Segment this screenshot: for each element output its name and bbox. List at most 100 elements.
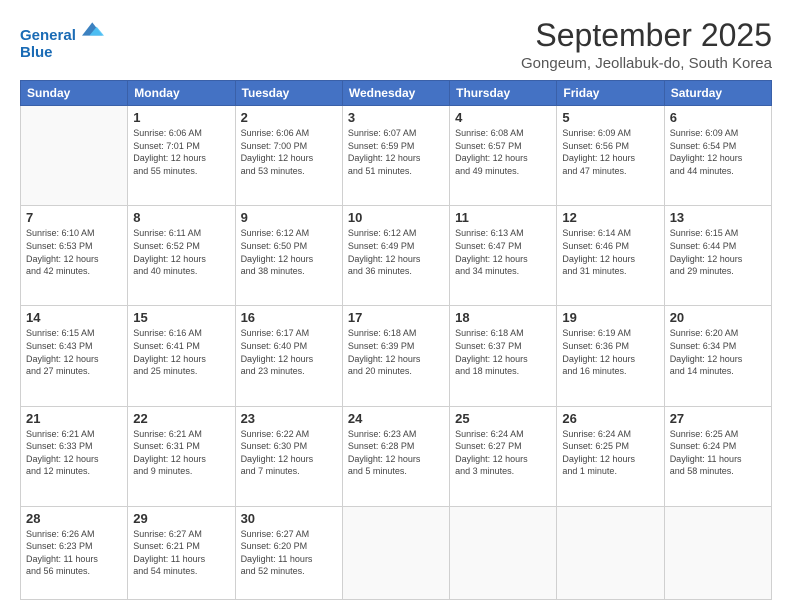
day-number: 12 bbox=[562, 210, 658, 225]
cell-info: Sunrise: 6:21 AMSunset: 6:31 PMDaylight:… bbox=[133, 428, 229, 478]
day-number: 20 bbox=[670, 310, 766, 325]
day-number: 5 bbox=[562, 110, 658, 125]
col-header-tuesday: Tuesday bbox=[235, 81, 342, 106]
calendar-cell: 22 Sunrise: 6:21 AMSunset: 6:31 PMDayligh… bbox=[128, 406, 235, 506]
calendar-week-row: 14 Sunrise: 6:15 AMSunset: 6:43 PMDayligh… bbox=[21, 306, 772, 406]
page: General Blue September 2025 Gongeum, Jeo… bbox=[0, 0, 792, 612]
day-number: 2 bbox=[241, 110, 337, 125]
header: General Blue September 2025 Gongeum, Jeo… bbox=[20, 18, 772, 72]
col-header-thursday: Thursday bbox=[450, 81, 557, 106]
cell-info: Sunrise: 6:16 AMSunset: 6:41 PMDaylight:… bbox=[133, 327, 229, 377]
day-number: 22 bbox=[133, 411, 229, 426]
calendar-cell bbox=[342, 506, 449, 599]
col-header-monday: Monday bbox=[128, 81, 235, 106]
calendar-cell: 19Sunrise: 6:19 AMSunset: 6:36 PMDayligh… bbox=[557, 306, 664, 406]
calendar-cell: 3Sunrise: 6:07 AMSunset: 6:59 PMDaylight… bbox=[342, 106, 449, 206]
day-number: 14 bbox=[26, 310, 122, 325]
day-number: 28 bbox=[26, 511, 122, 526]
cell-info: Sunrise: 6:14 AMSunset: 6:46 PMDaylight:… bbox=[562, 227, 658, 277]
day-number: 18 bbox=[455, 310, 551, 325]
calendar-cell: 2 Sunrise: 6:06 AMSunset: 7:00 PMDaylight… bbox=[235, 106, 342, 206]
cell-info: Sunrise: 6:13 AMSunset: 6:47 PMDaylight:… bbox=[455, 227, 551, 277]
calendar-cell: 4 Sunrise: 6:08 AMSunset: 6:57 PMDaylight… bbox=[450, 106, 557, 206]
calendar-cell: 5 Sunrise: 6:09 AMSunset: 6:56 PMDaylight… bbox=[557, 106, 664, 206]
calendar-cell bbox=[557, 506, 664, 599]
cell-info: Sunrise: 6:21 AMSunset: 6:33 PMDaylight:… bbox=[26, 428, 122, 478]
cell-info: Sunrise: 6:17 AMSunset: 6:40 PMDaylight:… bbox=[241, 327, 337, 377]
logo-text: General bbox=[20, 18, 104, 45]
calendar-cell: 1 Sunrise: 6:06 AMSunset: 7:01 PMDaylight… bbox=[128, 106, 235, 206]
col-header-friday: Friday bbox=[557, 81, 664, 106]
logo: General Blue bbox=[20, 18, 104, 61]
cell-info: Sunrise: 6:15 AMSunset: 6:44 PMDaylight:… bbox=[670, 227, 766, 277]
day-number: 16 bbox=[241, 310, 337, 325]
cell-info: Sunrise: 6:06 AMSunset: 7:00 PMDaylight:… bbox=[241, 127, 337, 177]
calendar-week-row: 7 Sunrise: 6:10 AMSunset: 6:53 PMDaylight… bbox=[21, 206, 772, 306]
calendar-cell: 6Sunrise: 6:09 AMSunset: 6:54 PMDaylight… bbox=[664, 106, 771, 206]
day-number: 1 bbox=[133, 110, 229, 125]
cell-info: Sunrise: 6:22 AMSunset: 6:30 PMDaylight:… bbox=[241, 428, 337, 478]
cell-info: Sunrise: 6:10 AMSunset: 6:53 PMDaylight:… bbox=[26, 227, 122, 277]
calendar-cell: 20Sunrise: 6:20 AMSunset: 6:34 PMDayligh… bbox=[664, 306, 771, 406]
calendar-cell: 9Sunrise: 6:12 AMSunset: 6:50 PMDaylight… bbox=[235, 206, 342, 306]
calendar-table: SundayMondayTuesdayWednesdayThursdayFrid… bbox=[20, 80, 772, 600]
calendar-week-row: 28 Sunrise: 6:26 AMSunset: 6:23 PMDayligh… bbox=[21, 506, 772, 599]
cell-info: Sunrise: 6:09 AMSunset: 6:54 PMDaylight:… bbox=[670, 127, 766, 177]
calendar-cell: 10 Sunrise: 6:12 AMSunset: 6:49 PMDayligh… bbox=[342, 206, 449, 306]
day-number: 10 bbox=[348, 210, 444, 225]
calendar-cell: 17 Sunrise: 6:18 AMSunset: 6:39 PMDayligh… bbox=[342, 306, 449, 406]
cell-info: Sunrise: 6:07 AMSunset: 6:59 PMDaylight:… bbox=[348, 127, 444, 177]
calendar-week-row: 1 Sunrise: 6:06 AMSunset: 7:01 PMDaylight… bbox=[21, 106, 772, 206]
cell-info: Sunrise: 6:26 AMSunset: 6:23 PMDaylight:… bbox=[26, 528, 122, 578]
calendar-cell: 7 Sunrise: 6:10 AMSunset: 6:53 PMDaylight… bbox=[21, 206, 128, 306]
title-block: September 2025 Gongeum, Jeollabuk-do, So… bbox=[521, 18, 772, 72]
calendar-cell: 16 Sunrise: 6:17 AMSunset: 6:40 PMDayligh… bbox=[235, 306, 342, 406]
calendar-cell bbox=[450, 506, 557, 599]
calendar-cell: 26 Sunrise: 6:24 AMSunset: 6:25 PMDayligh… bbox=[557, 406, 664, 506]
cell-info: Sunrise: 6:09 AMSunset: 6:56 PMDaylight:… bbox=[562, 127, 658, 177]
day-number: 25 bbox=[455, 411, 551, 426]
calendar-header-row: SundayMondayTuesdayWednesdayThursdayFrid… bbox=[21, 81, 772, 106]
calendar-cell: 25 Sunrise: 6:24 AMSunset: 6:27 PMDayligh… bbox=[450, 406, 557, 506]
location: Gongeum, Jeollabuk-do, South Korea bbox=[521, 55, 772, 72]
cell-info: Sunrise: 6:12 AMSunset: 6:49 PMDaylight:… bbox=[348, 227, 444, 277]
day-number: 7 bbox=[26, 210, 122, 225]
calendar-cell: 15 Sunrise: 6:16 AMSunset: 6:41 PMDayligh… bbox=[128, 306, 235, 406]
calendar-week-row: 21Sunrise: 6:21 AMSunset: 6:33 PMDayligh… bbox=[21, 406, 772, 506]
day-number: 17 bbox=[348, 310, 444, 325]
col-header-sunday: Sunday bbox=[21, 81, 128, 106]
cell-info: Sunrise: 6:24 AMSunset: 6:25 PMDaylight:… bbox=[562, 428, 658, 478]
logo-icon bbox=[82, 18, 104, 40]
cell-info: Sunrise: 6:27 AMSunset: 6:20 PMDaylight:… bbox=[241, 528, 337, 578]
month-title: September 2025 bbox=[521, 18, 772, 53]
logo-blue: Blue bbox=[20, 45, 104, 62]
calendar-cell bbox=[664, 506, 771, 599]
day-number: 24 bbox=[348, 411, 444, 426]
calendar-cell: 21Sunrise: 6:21 AMSunset: 6:33 PMDayligh… bbox=[21, 406, 128, 506]
cell-info: Sunrise: 6:12 AMSunset: 6:50 PMDaylight:… bbox=[241, 227, 337, 277]
cell-info: Sunrise: 6:18 AMSunset: 6:39 PMDaylight:… bbox=[348, 327, 444, 377]
col-header-wednesday: Wednesday bbox=[342, 81, 449, 106]
day-number: 15 bbox=[133, 310, 229, 325]
day-number: 4 bbox=[455, 110, 551, 125]
calendar-cell: 14 Sunrise: 6:15 AMSunset: 6:43 PMDayligh… bbox=[21, 306, 128, 406]
cell-info: Sunrise: 6:24 AMSunset: 6:27 PMDaylight:… bbox=[455, 428, 551, 478]
cell-info: Sunrise: 6:08 AMSunset: 6:57 PMDaylight:… bbox=[455, 127, 551, 177]
col-header-saturday: Saturday bbox=[664, 81, 771, 106]
day-number: 8 bbox=[133, 210, 229, 225]
calendar-cell: 30Sunrise: 6:27 AMSunset: 6:20 PMDayligh… bbox=[235, 506, 342, 599]
cell-info: Sunrise: 6:15 AMSunset: 6:43 PMDaylight:… bbox=[26, 327, 122, 377]
cell-info: Sunrise: 6:18 AMSunset: 6:37 PMDaylight:… bbox=[455, 327, 551, 377]
cell-info: Sunrise: 6:06 AMSunset: 7:01 PMDaylight:… bbox=[133, 127, 229, 177]
calendar-cell bbox=[21, 106, 128, 206]
day-number: 11 bbox=[455, 210, 551, 225]
calendar-cell: 28 Sunrise: 6:26 AMSunset: 6:23 PMDayligh… bbox=[21, 506, 128, 599]
cell-info: Sunrise: 6:23 AMSunset: 6:28 PMDaylight:… bbox=[348, 428, 444, 478]
calendar-cell: 8Sunrise: 6:11 AMSunset: 6:52 PMDaylight… bbox=[128, 206, 235, 306]
calendar-cell: 12 Sunrise: 6:14 AMSunset: 6:46 PMDayligh… bbox=[557, 206, 664, 306]
calendar-cell: 11 Sunrise: 6:13 AMSunset: 6:47 PMDayligh… bbox=[450, 206, 557, 306]
cell-info: Sunrise: 6:25 AMSunset: 6:24 PMDaylight:… bbox=[670, 428, 766, 478]
calendar-cell: 13Sunrise: 6:15 AMSunset: 6:44 PMDayligh… bbox=[664, 206, 771, 306]
day-number: 26 bbox=[562, 411, 658, 426]
cell-info: Sunrise: 6:27 AMSunset: 6:21 PMDaylight:… bbox=[133, 528, 229, 578]
